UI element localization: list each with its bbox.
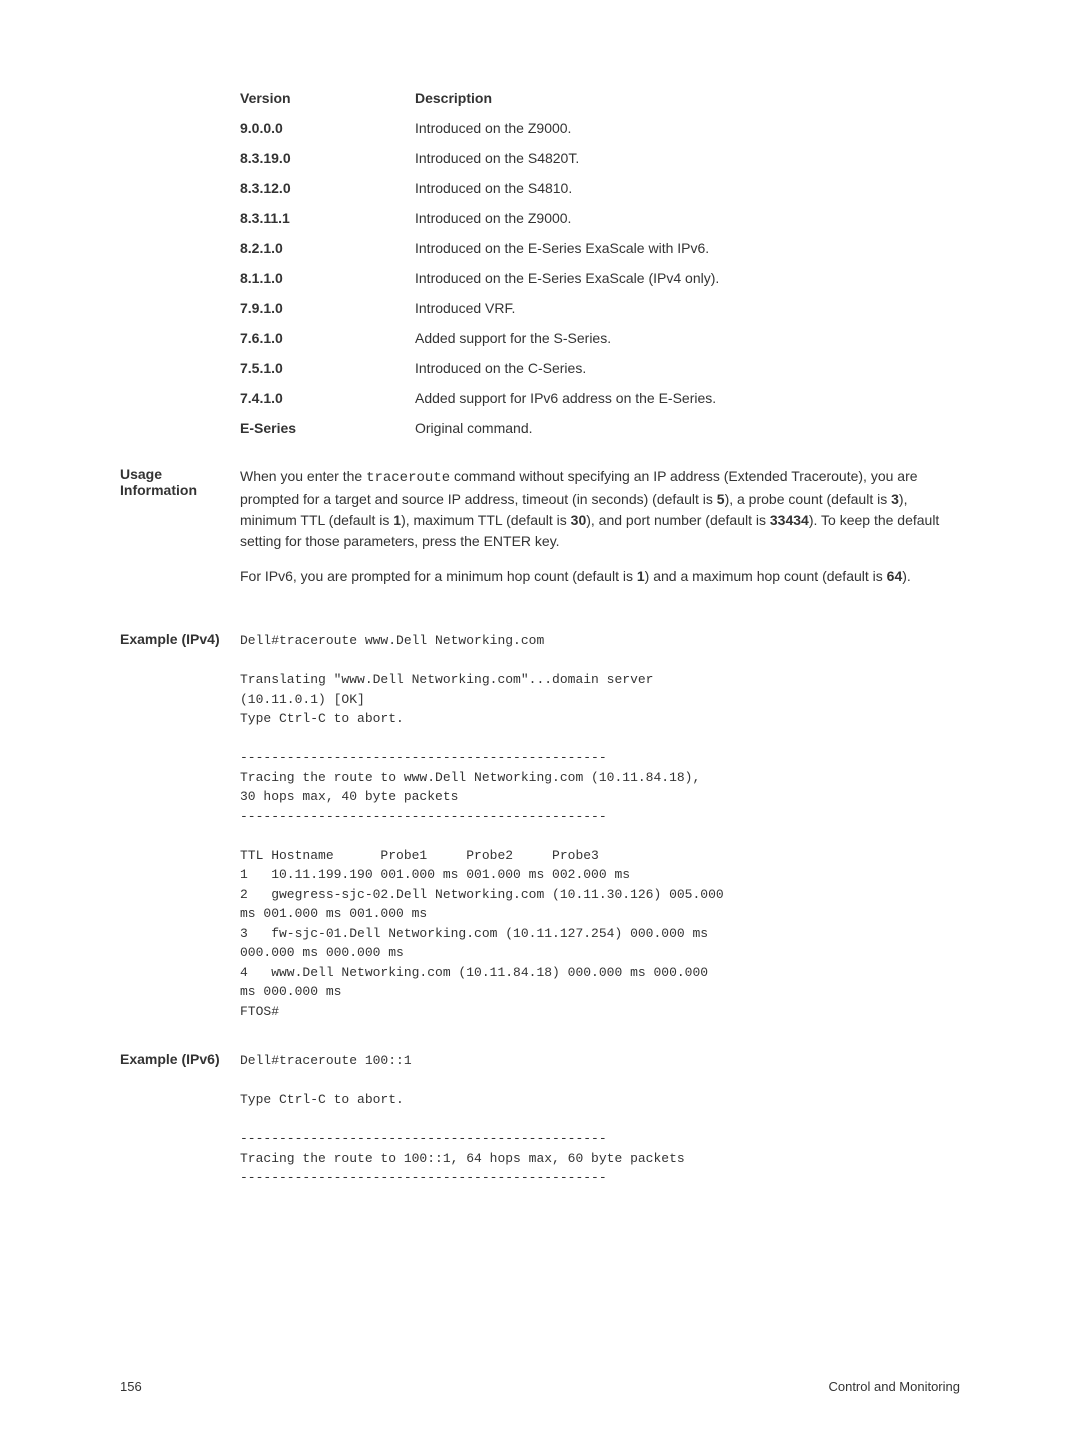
- usage-text: When you enter the: [240, 468, 366, 484]
- footer-title: Control and Monitoring: [828, 1379, 960, 1394]
- cell-version: 7.6.1.0: [240, 330, 415, 346]
- page-footer: 156 Control and Monitoring: [120, 1379, 960, 1394]
- usage-label: Usage Information: [120, 466, 240, 601]
- usage-cmd: traceroute: [366, 470, 450, 486]
- cell-version: 8.1.1.0: [240, 270, 415, 286]
- page-number: 156: [120, 1379, 142, 1394]
- cell-description: Added support for IPv6 address on the E-…: [415, 390, 960, 406]
- table-row: 8.3.12.0 Introduced on the S4810.: [240, 180, 960, 196]
- usage-bold: 5: [717, 491, 725, 507]
- usage-content: When you enter the traceroute command wi…: [240, 466, 960, 601]
- example-ipv6-section: Example (IPv6) Dell#traceroute 100::1 Ty…: [120, 1051, 960, 1188]
- usage-bold: 1: [393, 512, 401, 528]
- cell-description: Introduced on the E-Series ExaScale with…: [415, 240, 960, 256]
- example-ipv6-code: Dell#traceroute 100::1 Type Ctrl-C to ab…: [240, 1051, 960, 1188]
- table-row: 8.3.11.1 Introduced on the Z9000.: [240, 210, 960, 226]
- usage-bold: 33434: [770, 512, 809, 528]
- example-ipv6-label: Example (IPv6): [120, 1051, 240, 1188]
- cell-version: 8.3.11.1: [240, 210, 415, 226]
- cell-version: 7.9.1.0: [240, 300, 415, 316]
- cell-version: 7.5.1.0: [240, 360, 415, 376]
- cell-description: Introduced VRF.: [415, 300, 960, 316]
- usage-bold: 64: [887, 568, 903, 584]
- usage-bold: 3: [891, 491, 899, 507]
- usage-text: ).: [902, 568, 911, 584]
- usage-section: Usage Information When you enter the tra…: [120, 466, 960, 601]
- table-row: 7.9.1.0 Introduced VRF.: [240, 300, 960, 316]
- cell-version: 8.3.12.0: [240, 180, 415, 196]
- cell-description: Introduced on the Z9000.: [415, 120, 960, 136]
- example-ipv4-label: Example (IPv4): [120, 631, 240, 1021]
- header-description: Description: [415, 90, 960, 106]
- usage-text: ), and port number (default is: [586, 512, 770, 528]
- usage-bold: 30: [571, 512, 587, 528]
- table-row: 8.1.1.0 Introduced on the E-Series ExaSc…: [240, 270, 960, 286]
- cell-description: Original command.: [415, 420, 960, 436]
- cell-description: Introduced on the S4810.: [415, 180, 960, 196]
- cell-version: 9.0.0.0: [240, 120, 415, 136]
- table-header-row: Version Description: [240, 90, 960, 106]
- cell-description: Introduced on the Z9000.: [415, 210, 960, 226]
- usage-text: ), maximum TTL (default is: [401, 512, 571, 528]
- cell-version: 7.4.1.0: [240, 390, 415, 406]
- cell-description: Introduced on the S4820T.: [415, 150, 960, 166]
- table-row: 7.5.1.0 Introduced on the C-Series.: [240, 360, 960, 376]
- example-ipv4-code: Dell#traceroute www.Dell Networking.com …: [240, 631, 960, 1021]
- table-row: 8.3.19.0 Introduced on the S4820T.: [240, 150, 960, 166]
- cell-version: 8.3.19.0: [240, 150, 415, 166]
- table-row: E-Series Original command.: [240, 420, 960, 436]
- table-row: 7.4.1.0 Added support for IPv6 address o…: [240, 390, 960, 406]
- usage-text: ) and a maximum hop count (default is: [645, 568, 887, 584]
- example-ipv4-section: Example (IPv4) Dell#traceroute www.Dell …: [120, 631, 960, 1021]
- usage-text: ), a probe count (default is: [725, 491, 892, 507]
- header-version: Version: [240, 90, 415, 106]
- cell-version: 8.2.1.0: [240, 240, 415, 256]
- table-row: 9.0.0.0 Introduced on the Z9000.: [240, 120, 960, 136]
- cell-description: Added support for the S-Series.: [415, 330, 960, 346]
- usage-bold: 1: [637, 568, 645, 584]
- usage-text: For IPv6, you are prompted for a minimum…: [240, 568, 637, 584]
- table-row: 8.2.1.0 Introduced on the E-Series ExaSc…: [240, 240, 960, 256]
- version-table: Version Description 9.0.0.0 Introduced o…: [240, 90, 960, 436]
- table-row: 7.6.1.0 Added support for the S-Series.: [240, 330, 960, 346]
- cell-description: Introduced on the C-Series.: [415, 360, 960, 376]
- cell-version: E-Series: [240, 420, 415, 436]
- cell-description: Introduced on the E-Series ExaScale (IPv…: [415, 270, 960, 286]
